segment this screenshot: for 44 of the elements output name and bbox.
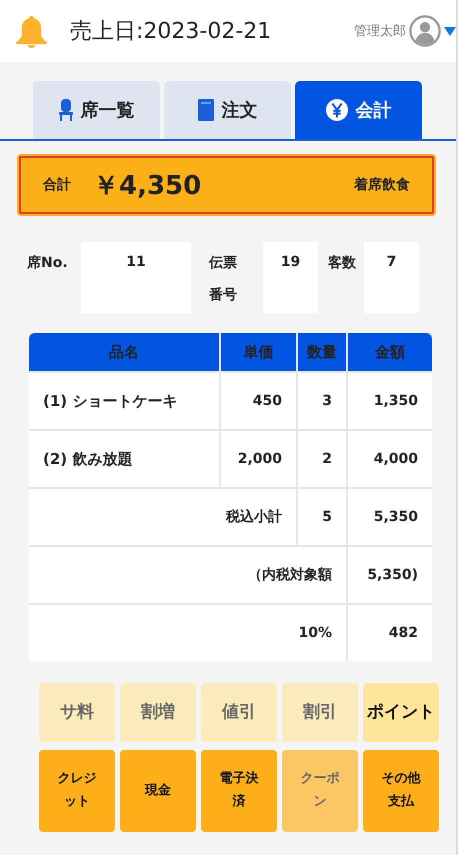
table-cell: (2) 飲み放題 [29,431,219,487]
table-cell: （内税対象額 [29,547,346,603]
service-type: 着席飲食 [354,176,410,194]
payment-button[interactable]: その他支払 [363,750,439,832]
column-header: 品名 [29,333,219,371]
book-icon [198,99,214,121]
table-cell: 4,000 [348,431,432,487]
table-cell: 2,000 [221,431,296,487]
table-cell: 5,350) [348,547,432,603]
sales-date-title: 売上日:2023-02-21 [70,18,272,46]
table-cell: 税込小計 [29,489,296,545]
field-label: 客数 [327,254,357,273]
total-label: 合計 [43,176,71,194]
field-label: 席No. [27,254,69,273]
yen-coin-icon [326,99,348,121]
table-cell: 10% [29,605,346,661]
chair-icon [58,99,72,121]
table-cell: 1,350 [348,373,432,429]
field-label: 伝票番号 [208,254,238,305]
table-cell: 450 [221,373,296,429]
total-amount: ￥4,350 [93,170,202,202]
payment-button[interactable]: クレジット [39,750,115,832]
table-cell: 2 [298,431,346,487]
user-name[interactable]: 管理太郎 [354,22,406,40]
value-field[interactable]: 7 [364,242,419,313]
value-field[interactable]: 19 [263,242,318,313]
bell-icon[interactable] [15,14,48,48]
column-header: 単価 [221,333,296,371]
table-cell: 5 [298,489,346,545]
table-cell: 482 [348,605,432,661]
table-cell: 5,350 [348,489,432,545]
tab[interactable]: 会計 [295,81,422,139]
tab[interactable]: 席一覧 [33,81,160,139]
adjust-button[interactable]: ポイント [363,683,439,742]
tab[interactable]: 注文 [164,81,291,139]
payment-button[interactable]: 電子決済 [201,750,277,832]
column-header: 数量 [298,333,346,371]
table-cell: 3 [298,373,346,429]
payment-button[interactable]: 現金 [120,750,196,832]
avatar-icon[interactable] [409,15,441,47]
caret-icon[interactable] [444,26,456,36]
column-header: 金額 [348,333,432,371]
table-cell: (1) ショートケーキ [29,373,219,429]
value-field[interactable]: 11 [81,242,191,313]
